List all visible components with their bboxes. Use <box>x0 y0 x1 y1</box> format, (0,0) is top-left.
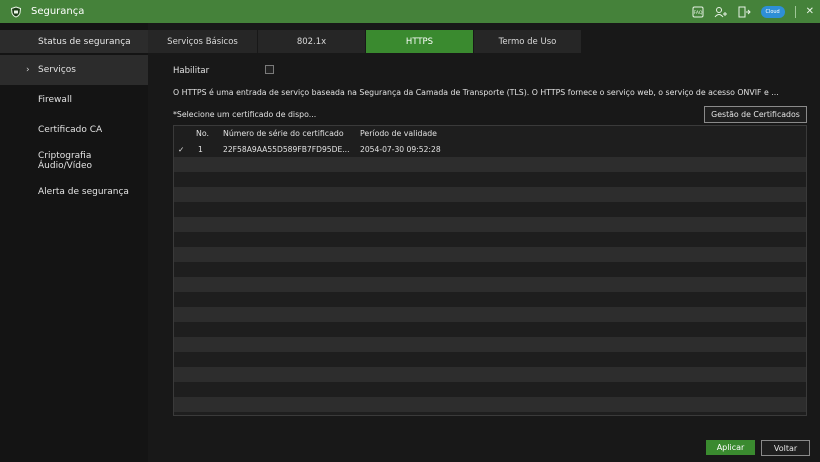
https-description: O HTTPS é uma entrada de serviço baseada… <box>173 88 779 97</box>
table-header: No. Número de série do certificado Perío… <box>174 126 806 142</box>
tab-termo-de-uso[interactable]: Termo de Uso <box>474 30 582 53</box>
logout-icon[interactable] <box>738 6 751 18</box>
select-certificate-label: *Selecione um certificado de dispo... <box>173 110 317 119</box>
row-no: 1 <box>198 145 203 154</box>
chevron-right-icon: › <box>26 65 30 75</box>
sidebar-item-status[interactable]: Status de segurança <box>0 30 148 53</box>
certificate-table: No. Número de série do certificado Perío… <box>173 125 807 416</box>
table-row-empty <box>174 397 806 412</box>
tab-servicos-basicos[interactable]: Serviços Básicos <box>148 30 258 53</box>
table-row-empty <box>174 352 806 367</box>
table-row[interactable]: ✓ 1 22F58A9AA55D589FB7FD95DE... 2054-07-… <box>174 142 806 157</box>
table-row-empty <box>174 307 806 322</box>
sidebar-item-firewall[interactable]: Firewall <box>0 85 148 115</box>
header-validity: Período de validade <box>360 129 437 138</box>
table-row-empty <box>174 157 806 172</box>
divider <box>794 5 796 18</box>
sidebar-item-label: Serviços <box>38 65 76 75</box>
table-row-empty <box>174 412 806 415</box>
table-row-empty <box>174 322 806 337</box>
user-icon[interactable] <box>714 6 728 18</box>
table-row-empty <box>174 172 806 187</box>
sidebar-item-label: Alerta de segurança <box>38 187 129 197</box>
back-button[interactable]: Voltar <box>761 440 810 456</box>
cloud-icon[interactable]: Cloud <box>760 5 785 18</box>
header-no: No. <box>196 129 209 138</box>
sidebar-item-servicos[interactable]: › Serviços <box>0 55 148 85</box>
table-row-empty <box>174 187 806 202</box>
enable-label: Habilitar <box>173 66 210 76</box>
sidebar-item-criptografia[interactable]: Criptografia Áudio/Vídeo <box>0 146 148 176</box>
window-title: Segurança <box>31 6 85 17</box>
faq-icon[interactable]: FAQ <box>692 6 704 18</box>
sidebar-item-certificado-ca[interactable]: Certificado CA <box>0 115 148 145</box>
sidebar-item-label: Certificado CA <box>38 125 103 135</box>
shield-icon <box>9 5 23 19</box>
table-row-empty <box>174 232 806 247</box>
sidebar-item-label: Firewall <box>38 95 72 105</box>
close-icon[interactable]: ✕ <box>806 6 814 17</box>
sidebar-item-label: Status de segurança <box>38 36 131 47</box>
sidebar-item-alerta[interactable]: Alerta de segurança <box>0 177 148 207</box>
table-row-empty <box>174 277 806 292</box>
table-row-empty <box>174 292 806 307</box>
table-row-empty <box>174 247 806 262</box>
table-row-empty <box>174 202 806 217</box>
header-serial: Número de série do certificado <box>223 129 344 138</box>
row-serial: 22F58A9AA55D589FB7FD95DE... <box>223 145 350 154</box>
table-row-empty <box>174 262 806 277</box>
row-validity: 2054-07-30 09:52:28 <box>360 145 441 154</box>
table-row-empty <box>174 367 806 382</box>
sidebar-item-label: Criptografia Áudio/Vídeo <box>38 151 93 171</box>
apply-button[interactable]: Aplicar <box>706 440 755 455</box>
certificate-management-button[interactable]: Gestão de Certificados <box>704 106 807 123</box>
enable-checkbox[interactable] <box>265 65 274 74</box>
row-check-icon[interactable]: ✓ <box>178 145 184 154</box>
tab-bar: Serviços Básicos 802.1x HTTPS Termo de U… <box>148 30 582 53</box>
tab-https[interactable]: HTTPS <box>366 30 474 53</box>
title-bar: Segurança FAQ Cloud ✕ <box>0 0 820 23</box>
svg-text:FAQ: FAQ <box>693 10 702 16</box>
table-row-empty <box>174 337 806 352</box>
table-row-empty <box>174 217 806 232</box>
table-row-empty <box>174 382 806 397</box>
tab-8021x[interactable]: 802.1x <box>258 30 366 53</box>
